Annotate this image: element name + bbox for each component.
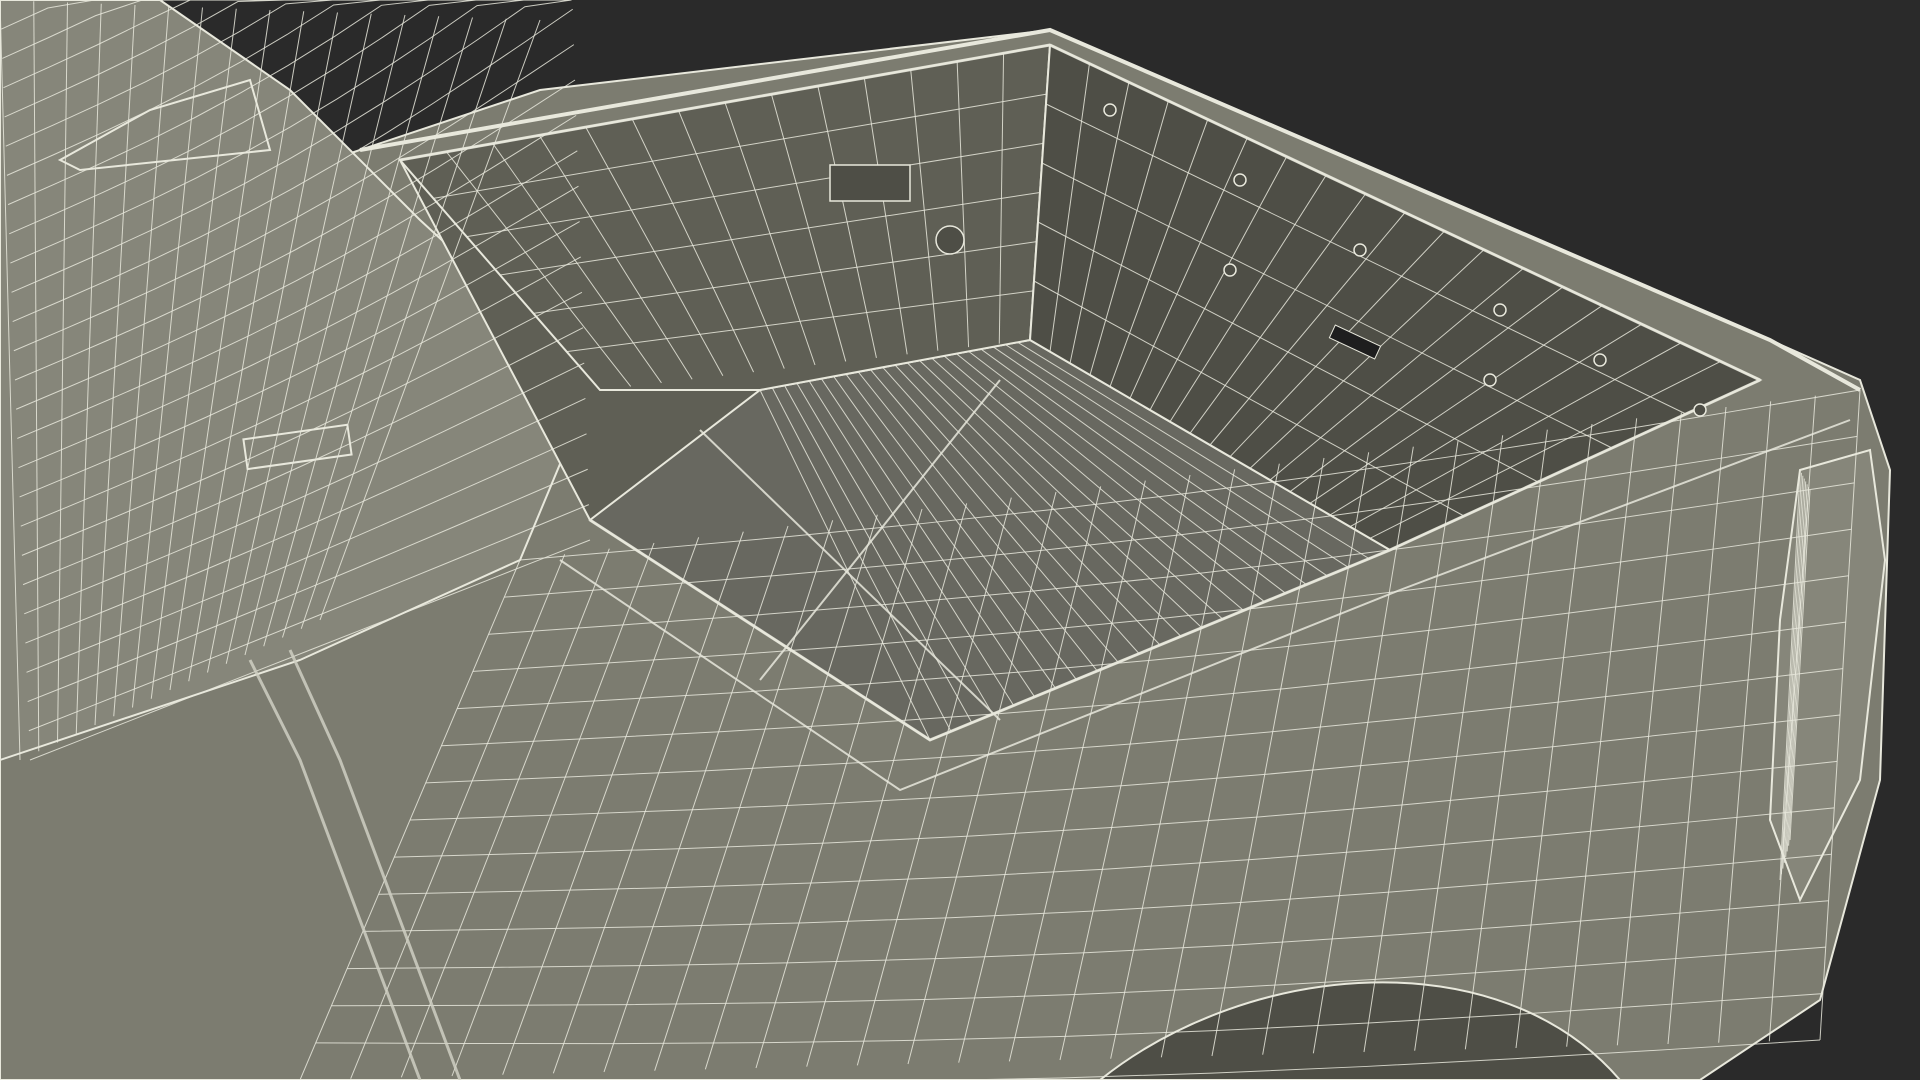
truck-wireframe-render [0, 0, 1920, 1080]
tie-down-bolt [1223, 263, 1237, 277]
tie-down-bolt [1353, 243, 1367, 257]
bed-light-housing [829, 164, 911, 202]
tie-down-bolt [1483, 373, 1497, 387]
tie-down-bolt [1233, 173, 1247, 187]
tie-down-bolt [1493, 303, 1507, 317]
tie-down-bolt [1593, 353, 1607, 367]
tie-down-bolt [1693, 403, 1707, 417]
tie-down-bolt [1103, 103, 1117, 117]
3d-viewport [0, 0, 1920, 1080]
power-outlet [935, 225, 965, 255]
